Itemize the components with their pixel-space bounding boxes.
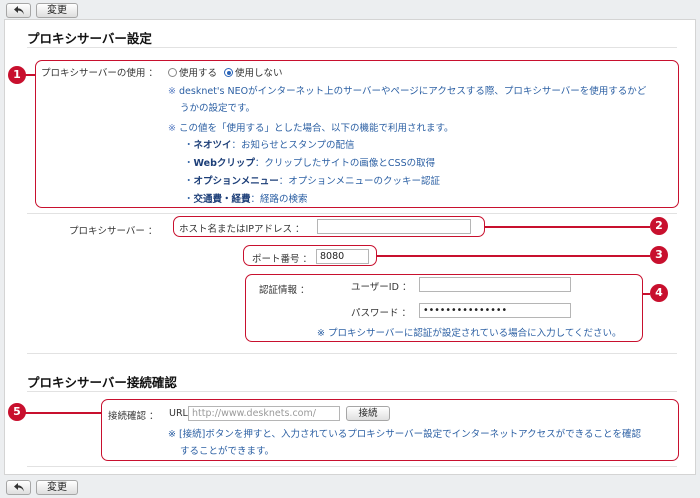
note-mark: ※ [168,86,176,97]
user-id-input[interactable] [419,277,571,292]
radio-no-use-label[interactable]: 使用しない [235,68,283,79]
usage-note-1-line-2: うかの設定です。 [180,103,256,114]
row-divider [27,353,677,354]
back-arrow-icon [14,6,24,15]
feature-name: 交通費・経費 [193,194,251,205]
feature-name: Webクリップ [193,158,255,169]
connect-button[interactable]: 接続 [346,406,390,421]
section-divider [27,47,677,48]
section-divider [27,391,677,392]
connection-note-line-2: することができます。 [180,446,275,457]
password-label: パスワード ： [351,308,412,319]
feature-item-webclip: ・Webクリップ：クリップしたサイトの画像とCSSの取得 [184,158,436,169]
radio-no-use[interactable] [224,68,234,77]
back-button[interactable] [6,3,31,18]
feature-desc: ：お知らせとスタンプの配信 [231,140,355,151]
row-divider [27,466,677,467]
change-button[interactable]: 変更 [36,480,78,495]
usage-note-1-line-1: ※ desknet's NEOがインターネット上のサーバーやページにアクセスする… [168,83,646,97]
host-input[interactable] [317,219,471,234]
feature-desc: ：クリップしたサイトの画像とCSSの取得 [254,158,436,169]
bottom-toolbar: 変更 [0,478,700,498]
port-input[interactable]: 8080 [316,249,369,264]
feature-item-neotwi: ・ネオツイ：お知らせとスタンプの配信 [184,140,355,151]
url-input[interactable]: http://www.desknets.com/ [188,406,340,421]
user-id-label: ユーザーID ： [351,282,412,293]
radio-use-label[interactable]: 使用する [179,68,217,79]
note-text: この値を「使用する」とした場合、以下の機能で利用されます。 [179,123,454,134]
url-label: URL [169,408,188,419]
back-arrow-icon [14,483,24,492]
feature-name: オプションメニュー [193,176,279,187]
callout-badge-1: 1 [8,66,26,84]
callout-badge-4: 4 [650,284,668,302]
section-title-connection-check: プロキシサーバー接続確認 [27,375,177,390]
feature-item-option-menu: ・オプションメニュー：オプションメニューのクッキー認証 [184,176,440,187]
callout-line-1 [25,74,36,76]
feature-name: ネオツイ [193,140,232,151]
note-text: desknet's NEOがインターネット上のサーバーやページにアクセスする際、… [179,86,647,97]
radio-use[interactable] [168,68,177,77]
connection-check-label: 接続確認 ： [108,411,159,422]
host-label: ホスト名またはIPアドレス ： [179,224,305,235]
row-divider [27,213,677,214]
connection-note-line-1: ※ [接続]ボタンを押すと、入力されているプロキシサーバー設定でインターネットア… [168,429,641,440]
password-input[interactable]: ••••••••••••••• [419,303,571,318]
auth-note: ※ プロキシサーバーに認証が設定されている場合に入力してください。 [317,328,622,339]
proxy-server-label: プロキシサーバー ： [69,226,158,237]
callout-badge-5: 5 [8,403,26,421]
back-button[interactable] [6,480,31,495]
callout-badge-2: 2 [650,217,668,235]
callout-badge-3: 3 [650,246,668,264]
callout-line-2 [485,226,650,228]
note-mark: ※ [168,123,176,134]
callout-line-3 [377,255,650,257]
usage-radio-group: 使用する 使用しない [168,65,283,79]
callout-line-4 [643,293,650,295]
settings-panel: プロキシサーバー設定 1 プロキシサーバーの使用 ： 使用する 使用しない ※ … [4,19,696,475]
feature-desc: ：経路の検索 [250,194,308,205]
section-title-proxy-settings: プロキシサーバー設定 [27,31,152,46]
feature-item-expenses: ・交通費・経費：経路の検索 [184,194,308,205]
usage-note-2: ※ この値を「使用する」とした場合、以下の機能で利用されます。 [168,120,454,134]
auth-label: 認証情報 ： [259,285,310,296]
port-label: ポート番号 ： [252,254,313,265]
proxy-usage-label: プロキシサーバーの使用 ： [41,68,158,79]
change-button[interactable]: 変更 [36,3,78,18]
feature-desc: ：オプションメニューのクッキー認証 [278,176,440,187]
callout-line-5 [25,412,101,414]
top-toolbar: 変更 [0,0,700,20]
